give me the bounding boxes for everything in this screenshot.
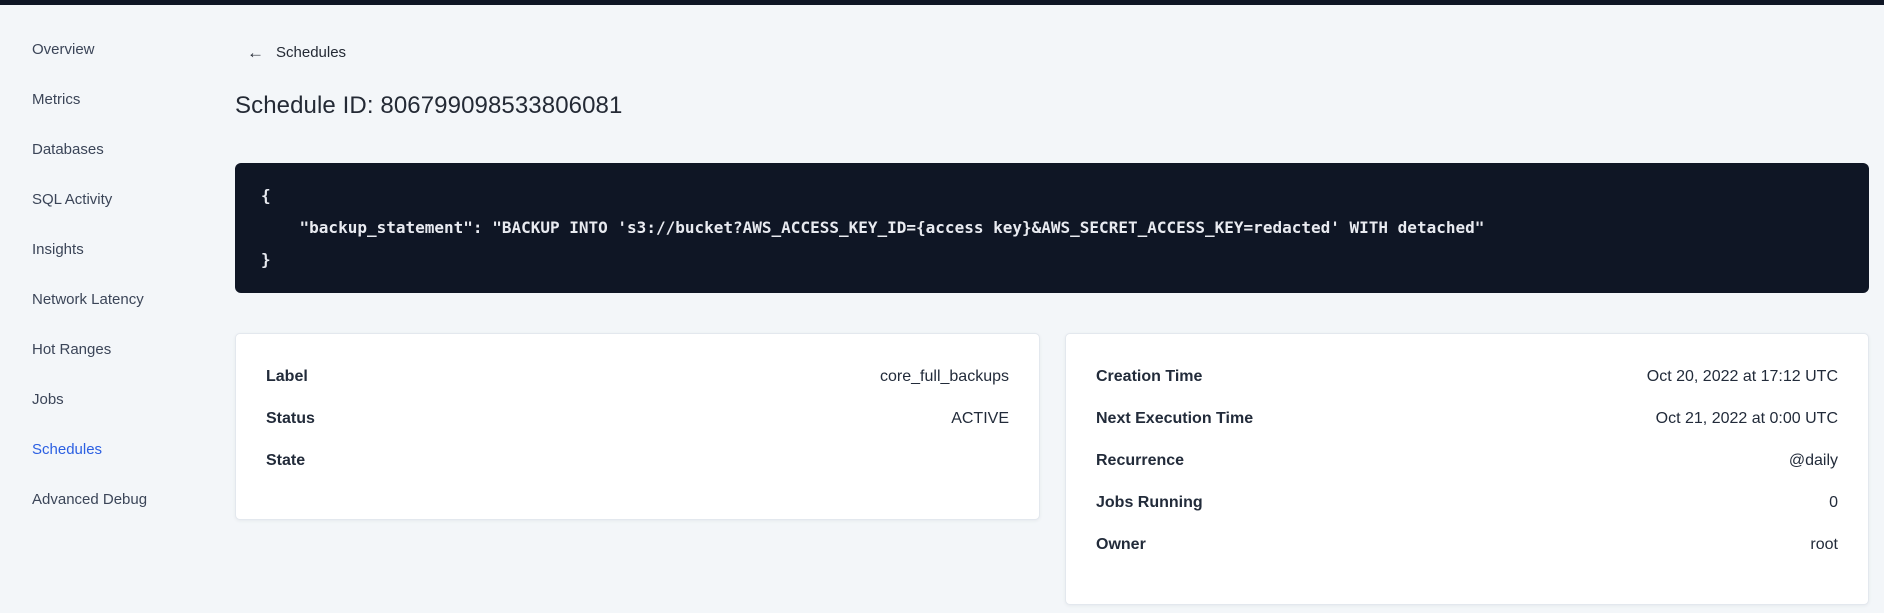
row-label-value: core_full_backups — [880, 368, 1009, 385]
row-label-key: Label — [266, 368, 308, 385]
row-creation-time: Creation Time Oct 20, 2022 at 17:12 UTC — [1096, 356, 1838, 398]
code-line: } — [261, 250, 271, 269]
code-line: "backup_statement": "BACKUP INTO 's3://b… — [261, 218, 1485, 237]
sidebar-item-hot-ranges[interactable]: Hot Ranges — [32, 324, 172, 374]
top-edge-bar — [0, 0, 1884, 5]
schedule-summary-card: Label core_full_backups Status ACTIVE St… — [235, 333, 1040, 520]
row-next-execution-time-value: Oct 21, 2022 at 0:00 UTC — [1655, 410, 1838, 427]
back-link-label: Schedules — [276, 44, 347, 61]
row-status: Status ACTIVE — [266, 398, 1009, 440]
sidebar-item-insights[interactable]: Insights — [32, 224, 172, 274]
row-state-key: State — [266, 452, 306, 469]
code-line: { — [261, 186, 271, 205]
back-to-schedules-link[interactable]: ← Schedules — [247, 44, 346, 61]
row-next-execution-time-key: Next Execution Time — [1096, 410, 1254, 427]
row-next-execution-time: Next Execution Time Oct 21, 2022 at 0:00… — [1096, 398, 1838, 440]
sidebar-item-network-latency[interactable]: Network Latency — [32, 274, 172, 324]
page-title: Schedule ID: 806799098533806081 — [235, 92, 623, 119]
row-jobs-running: Jobs Running 0 — [1096, 482, 1838, 524]
sidebar-item-schedules[interactable]: Schedules — [32, 424, 172, 474]
row-creation-time-value: Oct 20, 2022 at 17:12 UTC — [1646, 368, 1838, 385]
row-recurrence-key: Recurrence — [1096, 452, 1185, 469]
row-creation-time-key: Creation Time — [1096, 368, 1203, 385]
sidebar-item-sql-activity[interactable]: SQL Activity — [32, 174, 172, 224]
row-owner-key: Owner — [1096, 536, 1146, 553]
row-jobs-running-key: Jobs Running — [1096, 494, 1203, 511]
sidebar-item-metrics[interactable]: Metrics — [32, 74, 172, 124]
row-owner: Owner root — [1096, 524, 1838, 566]
sidebar-item-advanced-debug[interactable]: Advanced Debug — [32, 474, 172, 524]
sidebar-item-jobs[interactable]: Jobs — [32, 374, 172, 424]
row-jobs-running-value: 0 — [1829, 494, 1838, 511]
back-arrow-icon: ← — [247, 43, 264, 62]
sidebar: Overview Metrics Databases SQL Activity … — [0, 5, 200, 524]
row-recurrence: Recurrence @daily — [1096, 440, 1838, 482]
row-owner-value: root — [1810, 536, 1838, 553]
row-state: State — [266, 440, 1009, 482]
sidebar-item-databases[interactable]: Databases — [32, 124, 172, 174]
row-status-value: ACTIVE — [951, 410, 1009, 427]
schedule-details-card: Creation Time Oct 20, 2022 at 17:12 UTC … — [1065, 333, 1869, 605]
row-label: Label core_full_backups — [266, 356, 1009, 398]
summary-cards: Label core_full_backups Status ACTIVE St… — [235, 333, 1869, 605]
row-status-key: Status — [266, 410, 315, 427]
row-recurrence-value: @daily — [1788, 452, 1838, 469]
sidebar-item-overview[interactable]: Overview — [32, 24, 172, 74]
backup-statement-code-block: { "backup_statement": "BACKUP INTO 's3:/… — [235, 163, 1869, 293]
